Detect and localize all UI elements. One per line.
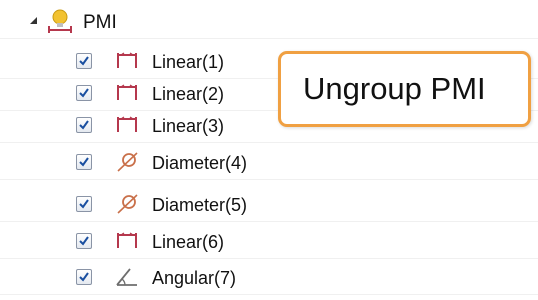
visibility-checkbox[interactable] (76, 154, 92, 170)
tree-item-label: Linear(6) (152, 232, 225, 252)
visibility-checkbox[interactable] (76, 53, 92, 69)
pmi-tree: PMI Linear(1) Linear(2) Linear(3) Diamet… (0, 0, 538, 300)
visibility-checkbox[interactable] (76, 85, 92, 101)
visibility-checkbox[interactable] (76, 196, 92, 212)
tree-node-pmi[interactable]: PMI (0, 7, 538, 39)
tree-item-label: Angular(7) (152, 268, 237, 288)
diameter-dimension-icon (115, 193, 139, 215)
linear-dimension-icon (115, 230, 139, 252)
angular-dimension-icon (115, 266, 139, 288)
visibility-checkbox[interactable] (76, 269, 92, 285)
tree-item-label: Diameter(4) (152, 153, 248, 173)
linear-dimension-icon (115, 50, 139, 72)
visibility-checkbox[interactable] (76, 117, 92, 133)
tree-item-label: Diameter(5) (152, 195, 248, 215)
tree-item-angular-7[interactable]: Angular(7) (0, 263, 538, 295)
callout-text: Ungroup PMI (303, 71, 486, 106)
linear-dimension-icon (115, 82, 139, 104)
tree-item-label: Linear(2) (152, 84, 225, 104)
ungroup-pmi-callout: Ungroup PMI (278, 51, 531, 127)
collapse-arrow-icon[interactable] (30, 17, 37, 24)
tree-item-linear-6[interactable]: Linear(6) (0, 227, 538, 259)
diameter-dimension-icon (115, 151, 139, 173)
tree-item-diameter-5[interactable]: Diameter(5) (0, 190, 538, 222)
tree-item-diameter-4[interactable]: Diameter(4) (0, 148, 538, 180)
tree-item-label: Linear(1) (152, 52, 225, 72)
visibility-checkbox[interactable] (76, 233, 92, 249)
tree-node-label: PMI (83, 12, 117, 33)
linear-dimension-icon (115, 114, 139, 136)
tree-item-label: Linear(3) (152, 116, 225, 136)
pmi-lightbulb-icon (45, 8, 75, 36)
